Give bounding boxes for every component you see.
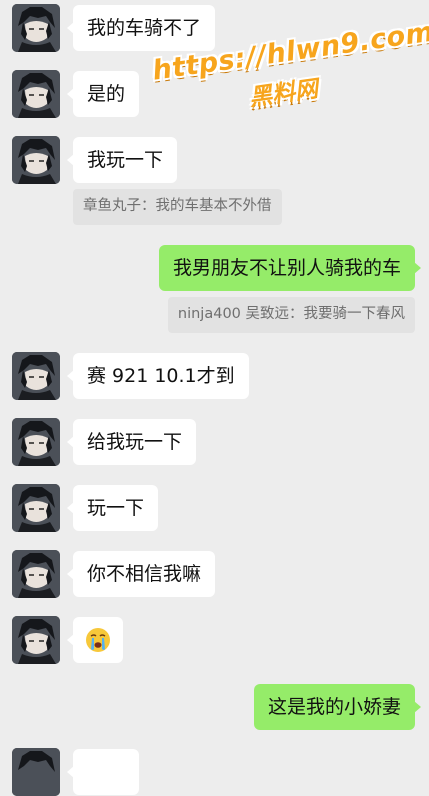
- quoted-reply[interactable]: 章鱼丸子：我的车基本不外借: [73, 189, 282, 225]
- message-bubble-incoming[interactable]: 你不相信我嘛: [66, 551, 216, 597]
- message-text: 我玩一下: [87, 149, 164, 171]
- message-bubble-outgoing[interactable]: 这是我的小娇妻: [253, 684, 422, 730]
- message-text: 给我玩一下: [87, 431, 183, 453]
- contact-avatar[interactable]: [12, 418, 60, 466]
- message-bubble-incoming[interactable]: 玩一下: [66, 485, 159, 531]
- message-bubble-incoming[interactable]: [67, 617, 123, 663]
- contact-avatar[interactable]: [12, 616, 60, 664]
- message-bubble-incoming[interactable]: 我的车骑不了: [66, 5, 216, 51]
- contact-avatar[interactable]: [12, 136, 60, 184]
- message-bubble-incoming[interactable]: 是的: [66, 71, 140, 117]
- message-text: 你不相信我嘛: [87, 563, 202, 585]
- message-bubble-incoming[interactable]: 赛 921 10.1才到: [67, 353, 249, 399]
- contact-avatar[interactable]: [12, 4, 60, 52]
- watermark-site-name: 黑料网: [247, 76, 320, 112]
- message-text: 我男朋友不让别人骑我的车: [172, 257, 401, 279]
- message-bubble-incoming[interactable]: 我玩一下: [66, 137, 178, 183]
- contact-avatar[interactable]: [12, 352, 60, 400]
- message-text: 赛 921 10.1才到: [87, 365, 235, 387]
- message-bubble-incoming[interactable]: [67, 749, 139, 795]
- message-bubble-incoming[interactable]: 给我玩一下: [66, 419, 197, 465]
- message-text: 这是我的小娇妻: [267, 696, 401, 718]
- quoted-text: ninja400 吴致远：我要骑一下春风: [177, 306, 405, 322]
- quoted-reply[interactable]: ninja400 吴致远：我要骑一下春风: [167, 297, 415, 333]
- contact-avatar[interactable]: [12, 70, 60, 118]
- message-text: 玩一下: [87, 497, 145, 519]
- message-text: 是的: [87, 83, 126, 105]
- quoted-text: 章鱼丸子：我的车基本不外借: [83, 198, 272, 214]
- contact-avatar[interactable]: [12, 550, 60, 598]
- message-text: 我的车骑不了: [87, 17, 202, 39]
- message-bubble-outgoing[interactable]: 我男朋友不让别人骑我的车: [158, 245, 422, 291]
- contact-avatar[interactable]: [12, 484, 60, 532]
- crying-face-icon: [86, 628, 110, 652]
- contact-avatar[interactable]: [12, 748, 60, 796]
